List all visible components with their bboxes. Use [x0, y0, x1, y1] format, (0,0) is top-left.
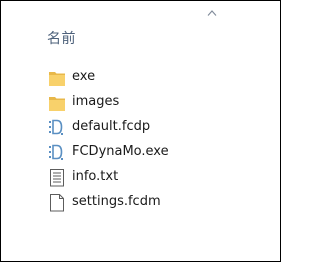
file-name: images	[72, 94, 120, 109]
folder-icon	[49, 97, 65, 111]
file-list-panel: 名前 exe images default.fcdp FCDynaMo.exe …	[0, 0, 281, 262]
text-file-icon	[50, 169, 64, 187]
list-item[interactable]: default.fcdp	[1, 115, 280, 140]
file-name: FCDynaMo.exe	[72, 144, 169, 159]
fcdynamo-file-icon	[49, 119, 63, 135]
column-header-name[interactable]: 名前	[1, 1, 280, 51]
blank-file-icon	[50, 194, 64, 212]
list-item[interactable]: settings.fcdm	[1, 190, 280, 215]
file-name: exe	[72, 69, 96, 84]
list-item[interactable]: info.txt	[1, 165, 280, 190]
file-name: default.fcdp	[72, 119, 151, 134]
list-item[interactable]: images	[1, 90, 280, 115]
folder-icon	[49, 72, 65, 86]
file-list: exe images default.fcdp FCDynaMo.exe inf…	[1, 65, 280, 215]
list-item[interactable]: FCDynaMo.exe	[1, 140, 280, 165]
sort-ascending-icon	[207, 10, 217, 16]
column-header-label: 名前	[47, 31, 76, 47]
fcdynamo-file-icon	[49, 144, 63, 160]
file-name: info.txt	[72, 169, 119, 184]
list-item[interactable]: exe	[1, 65, 280, 90]
file-name: settings.fcdm	[72, 194, 161, 209]
